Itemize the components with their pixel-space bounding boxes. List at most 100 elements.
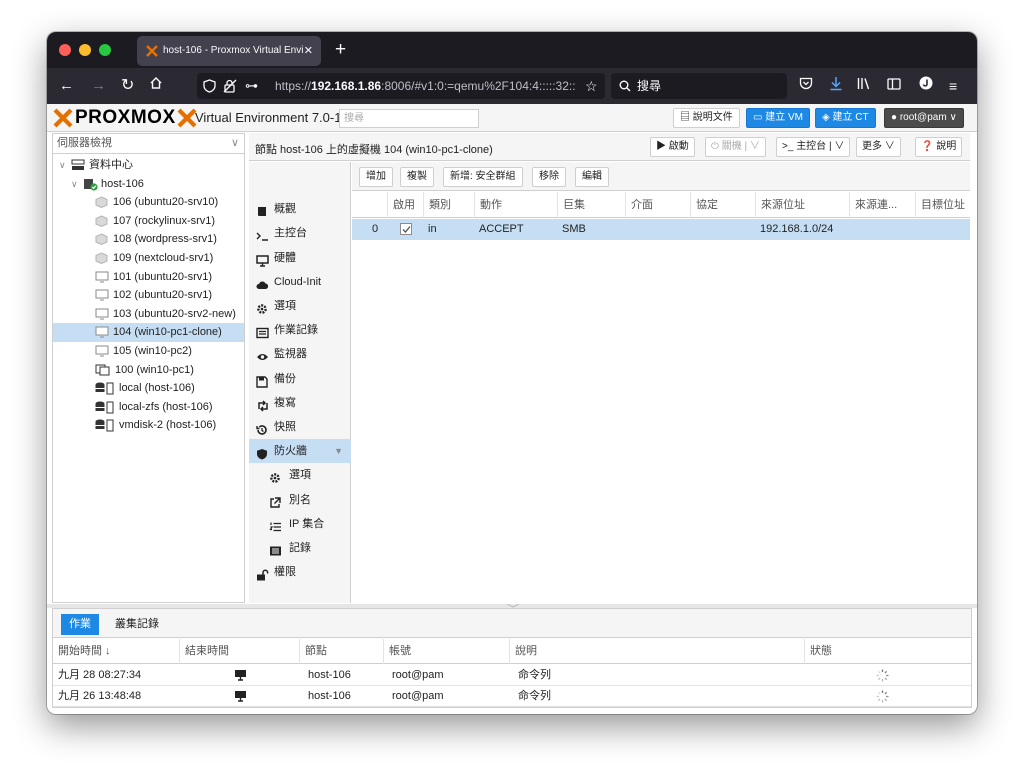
menu-item[interactable]: 選項 <box>249 463 351 487</box>
menu-item[interactable]: 主控台 <box>249 221 351 245</box>
collapse-caret-icon[interactable]: ∨ <box>59 156 66 175</box>
browser-search-bar[interactable]: 搜尋 <box>611 73 787 99</box>
tree-item-ct[interactable]: 106 (ubuntu20-srv10) <box>53 193 244 212</box>
user-menu-button[interactable]: ● root@pam ∨ <box>884 108 964 128</box>
more-button[interactable]: 更多 ∨ <box>856 137 901 157</box>
menu-item[interactable]: 概觀 <box>249 197 351 221</box>
column-header[interactable]: 啟用 <box>387 192 423 218</box>
column-header[interactable]: 協定 <box>690 192 755 218</box>
console-button[interactable]: >_ 主控台 | ∨ <box>776 137 851 157</box>
menu-item[interactable]: 別名 <box>249 488 351 512</box>
insecure-lock-icon[interactable] <box>223 73 237 99</box>
pve-header: PROXMOX Virtual Environment 7.0-11 搜尋 ▤ … <box>47 104 977 132</box>
close-window-button[interactable] <box>59 44 71 56</box>
library-icon[interactable] <box>857 76 872 96</box>
hamburger-menu-icon[interactable]: ≡ <box>949 76 957 96</box>
task-column-header[interactable]: 狀態 <box>804 639 832 664</box>
insert-security-group-button[interactable]: 新增: 安全群組 <box>443 167 523 187</box>
add-rule-button[interactable]: 增加 <box>359 167 393 187</box>
menu-item[interactable]: 選項 <box>249 294 351 318</box>
collapse-caret-icon[interactable]: ∨ <box>71 175 78 194</box>
tree-item-vm[interactable]: 105 (win10-pc2) <box>53 342 244 361</box>
menu-item[interactable]: IP 集合 <box>249 512 351 536</box>
home-icon[interactable] <box>149 76 163 96</box>
view-selector[interactable]: 伺服器檢視 ∨ <box>53 134 244 154</box>
tree-item-storage[interactable]: local (host-106) <box>53 379 244 398</box>
menu-item[interactable]: Cloud-Init <box>249 270 351 294</box>
tree-item-storage[interactable]: vmdisk-2 (host-106) <box>53 416 244 435</box>
menu-item[interactable]: 權限 <box>249 560 351 584</box>
column-header[interactable]: 來源位址 <box>755 192 849 218</box>
menu-item[interactable]: 快照 <box>249 415 351 439</box>
create-ct-button[interactable]: ◈ 建立 CT <box>815 108 876 128</box>
menu-item[interactable]: 硬體 <box>249 246 351 270</box>
proxmox-logo[interactable]: PROXMOX <box>53 106 197 130</box>
menu-item[interactable]: 防火牆 ▼ <box>249 439 351 463</box>
copy-rule-button[interactable]: 複製 <box>400 167 434 187</box>
task-column-header[interactable]: 結束時間 <box>179 639 229 664</box>
help-button[interactable]: ❓ 說明 <box>915 137 963 157</box>
menu-item[interactable]: 作業記錄 <box>249 318 351 342</box>
column-header[interactable]: 類別 <box>423 192 474 218</box>
tree-node-host-106[interactable]: ∨ host-106 <box>53 175 244 194</box>
pve-search-input[interactable]: 搜尋 <box>339 109 479 128</box>
task-row[interactable]: 九月 26 13:48:48 host-106 root@pam 命令列 <box>53 686 971 707</box>
edit-rule-button[interactable]: 編輯 <box>575 167 609 187</box>
reload-icon[interactable]: ↻ <box>121 76 134 96</box>
create-vm-button[interactable]: ▭ 建立 VM <box>746 108 811 128</box>
tree-item-vm[interactable]: 102 (ubuntu20-srv1) <box>53 286 244 305</box>
tab-cluster-log[interactable]: 叢集記錄 <box>107 614 167 635</box>
tab-tasks[interactable]: 作業 <box>61 614 99 635</box>
question-icon: ❓ <box>921 141 934 152</box>
back-icon[interactable]: ← <box>59 76 74 96</box>
tree-item-vm[interactable]: 104 (win10-pc1-clone) <box>53 323 244 342</box>
new-tab-button[interactable]: + <box>335 37 346 63</box>
column-header[interactable]: 動作 <box>474 192 557 218</box>
tree-item-ct[interactable]: 108 (wordpress-srv1) <box>53 230 244 249</box>
tree-item-storage[interactable]: local-zfs (host-106) <box>53 398 244 417</box>
forward-icon[interactable]: → <box>91 76 106 96</box>
menu-item[interactable]: 備份 <box>249 367 351 391</box>
firewall-rule-row[interactable]: 0 in ACCEPT SMB 192.168.1.0/24 <box>352 219 970 240</box>
column-header[interactable]: 目標位址 <box>915 192 970 218</box>
shield-icon[interactable] <box>203 73 216 99</box>
shutdown-button[interactable]: ⏻ 關機 | ∨ <box>705 137 766 157</box>
tree-datacenter[interactable]: ∨ 資料中心 <box>53 156 244 175</box>
task-column-header[interactable]: 開始時間 ↓ <box>53 639 111 664</box>
tree-item-vm[interactable]: 101 (ubuntu20-srv1) <box>53 268 244 287</box>
tree-item-vm[interactable]: 103 (ubuntu20-srv2-new) <box>53 305 244 324</box>
tree-item-ct[interactable]: 107 (rockylinux-srv1) <box>53 212 244 231</box>
task-column-header[interactable]: 帳號 <box>383 639 411 664</box>
url-bar[interactable]: ⊶ https://192.168.1.86:8006/#v1:0:=qemu%… <box>197 73 605 99</box>
browser-tab[interactable]: host-106 - Proxmox Virtual Envi ✕ <box>137 36 321 66</box>
documentation-button[interactable]: ▤ 說明文件 <box>673 108 740 128</box>
task-column-header[interactable]: 節點 <box>299 639 327 664</box>
menu-item-label: 別名 <box>289 493 311 506</box>
sidebar-icon[interactable] <box>887 76 901 96</box>
menu-item[interactable]: 記錄 <box>249 536 351 560</box>
account-avatar-icon[interactable] <box>919 76 933 96</box>
pocket-icon[interactable] <box>799 76 813 96</box>
column-header[interactable]: 介面 <box>625 192 690 218</box>
download-icon[interactable] <box>829 76 843 97</box>
menu-item[interactable]: 複寫 <box>249 391 351 415</box>
column-header[interactable]: 巨集 <box>557 192 625 218</box>
rule-action: ACCEPT <box>479 223 524 235</box>
start-button[interactable]: ▶ 啟動 <box>650 137 695 157</box>
tab-close-icon[interactable]: ✕ <box>304 36 313 66</box>
browser-tab-bar: host-106 - Proxmox Virtual Envi ✕ + <box>47 32 977 68</box>
enabled-checkbox[interactable] <box>400 223 412 235</box>
column-header[interactable] <box>352 192 387 218</box>
task-column-header[interactable]: 說明 <box>509 639 537 664</box>
key-icon[interactable]: ⊶ <box>245 73 258 99</box>
column-header[interactable]: 來源連... <box>849 192 915 218</box>
menu-item[interactable]: 監視器 <box>249 342 351 366</box>
tree-item-ct[interactable]: 109 (nextcloud-srv1) <box>53 249 244 268</box>
task-row[interactable]: 九月 28 08:27:34 host-106 root@pam 命令列 <box>53 665 971 686</box>
bookmark-star-icon[interactable]: ☆ <box>585 73 598 99</box>
view-selector-label: 伺服器檢視 <box>57 137 112 149</box>
minimize-window-button[interactable] <box>79 44 91 56</box>
remove-rule-button[interactable]: 移除 <box>532 167 566 187</box>
tree-item-template[interactable]: 100 (win10-pc1) <box>53 361 244 380</box>
maximize-window-button[interactable] <box>99 44 111 56</box>
